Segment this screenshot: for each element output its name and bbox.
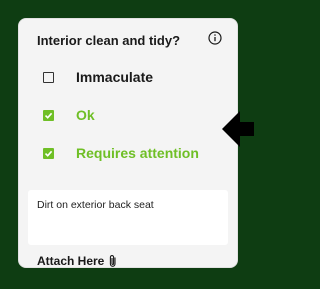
checkmark-icon [44, 150, 53, 157]
option-immaculate[interactable]: Immaculate [43, 69, 153, 85]
attach-button[interactable]: Attach Here [37, 254, 118, 268]
checkbox-requires-attention[interactable] [43, 147, 54, 159]
option-label-immaculate: Immaculate [76, 69, 154, 85]
attach-label: Attach Here [37, 254, 105, 268]
checkmark-icon [44, 112, 53, 119]
paperclip-icon [110, 255, 116, 267]
notes-field[interactable]: Dirt on exterior back seat [28, 190, 228, 245]
question-title: Interior clean and tidy? [37, 33, 181, 48]
option-label-requires-attention: Requires attention [76, 145, 199, 161]
option-label-ok: Ok [76, 107, 95, 123]
checkbox-ok[interactable] [43, 109, 54, 121]
arrow-pointer-icon [222, 111, 254, 147]
info-icon[interactable] [208, 31, 222, 45]
checkbox-immaculate[interactable] [43, 71, 54, 83]
option-requires-attention[interactable]: Requires attention [43, 145, 199, 161]
option-ok[interactable]: Ok [43, 107, 95, 123]
checklist-card: Interior clean and tidy? Immaculate Ok R… [18, 18, 238, 268]
